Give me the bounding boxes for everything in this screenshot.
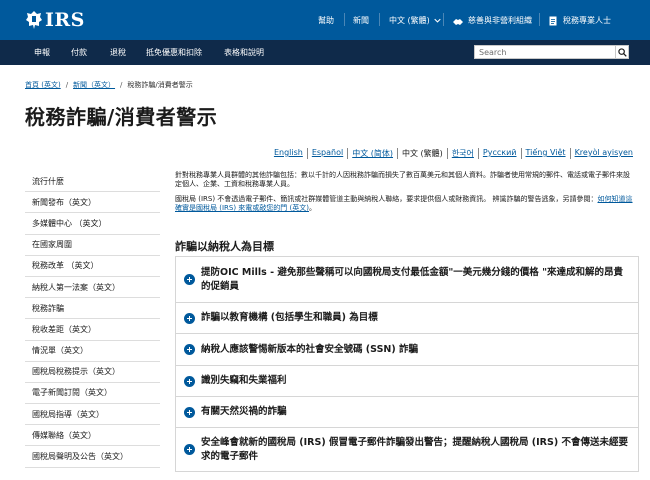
accordion-item[interactable]: 納稅人應該警惕新版本的社會安全號碼 (SSN) 詐騙	[175, 333, 639, 365]
news-link[interactable]: 新聞	[353, 15, 369, 26]
accordion-label: 納稅人應該警惕新版本的社會安全號碼 (SSN) 詐騙	[201, 343, 419, 355]
nav-forms-instructions[interactable]: 表格和說明	[224, 47, 264, 58]
intro-paragraph: 國稅局 (IRS) 不會透過電子郵件、簡訊或社群媒體管道主動與納稅人聯絡，要求提…	[175, 195, 635, 214]
plus-circle-icon	[184, 274, 195, 285]
lang-vietnamese[interactable]: Tiếng Việt	[520, 148, 570, 159]
lang-russian[interactable]: Русский	[477, 148, 521, 159]
breadcrumb-home[interactable]: 首頁 (英文)	[25, 81, 61, 89]
nav-pay[interactable]: 付款	[71, 47, 87, 58]
language-links: English Español 中文 (简体) 中文 (繁體) 한국어 Русс…	[270, 148, 637, 159]
nav-credits-deductions[interactable]: 抵免優惠和扣除	[146, 47, 202, 58]
sidebar-item[interactable]: 傳媒聯絡（英文）	[25, 425, 160, 447]
sidebar-item[interactable]: 流行什麼	[25, 171, 160, 193]
logo-text: IRS	[45, 9, 85, 31]
sidebar-item[interactable]: 稅務詐騙	[25, 298, 160, 320]
sidebar-item[interactable]: 電子新聞訂閱（英文）	[25, 383, 160, 405]
handshake-icon	[453, 18, 463, 25]
irs-logo[interactable]: IRS	[25, 9, 85, 31]
plus-circle-icon	[184, 406, 195, 418]
sidebar-item[interactable]: 在國家周圍	[25, 235, 160, 256]
plus-circle-icon	[184, 344, 195, 355]
search-icon	[618, 48, 627, 57]
section-heading: 詐騙以納稅人為目標	[175, 240, 274, 253]
sidebar-item[interactable]: 納稅人第一法案（英文）	[25, 277, 160, 299]
document-icon	[549, 16, 557, 25]
intro-paragraph: 針對稅務專業人員群體的其他詐騙包括：數以千計的人因稅務詐騙而損失了數百萬美元和其…	[175, 171, 630, 189]
plus-circle-icon	[184, 444, 195, 455]
nav-refunds[interactable]: 退稅	[110, 47, 126, 58]
sidebar-item[interactable]: 國稅局聲明及公告（英文）	[25, 446, 160, 468]
help-link[interactable]: 幫助	[318, 15, 334, 26]
search-box	[474, 45, 616, 59]
breadcrumb-current: 稅務詐騙/消費者警示	[127, 81, 193, 89]
intro-text-span: 國稅局 (IRS) 不會透過電子郵件、簡訊或社群媒體管道主動與納稅人聯絡，要求提…	[175, 194, 598, 203]
sidebar-item[interactable]: 新聞發布（英文）	[25, 192, 160, 214]
eagle-logo-icon	[26, 11, 42, 29]
sidebar-item[interactable]: 情況單（英文）	[25, 341, 160, 362]
search-button[interactable]	[616, 45, 629, 59]
tax-pros-link[interactable]: 稅務專業人士	[548, 15, 611, 26]
divider	[539, 13, 540, 26]
page-title: 稅務詐騙/消費者警示	[25, 105, 218, 129]
breadcrumb-separator: /	[65, 81, 69, 89]
sidebar-item[interactable]: 多媒體中心 （英文）	[25, 213, 160, 235]
search-input[interactable]	[479, 47, 594, 58]
plus-circle-icon	[184, 312, 195, 324]
language-label: 中文 (繁體)	[389, 16, 430, 25]
divider	[443, 13, 444, 26]
lang-chinese-traditional: 中文 (繁體)	[397, 148, 447, 159]
divider	[344, 13, 345, 26]
accordion-item[interactable]: 詐騙以教育機構 (包括學生和職員) 為目標	[175, 302, 639, 333]
nav-file[interactable]: 申報	[34, 47, 50, 58]
sidebar-item[interactable]: 稅務改革 （英文）	[25, 256, 160, 277]
accordion-item[interactable]: 識別失竊和失業福利	[175, 365, 639, 396]
sidebar-nav: 流行什麼 新聞發布（英文） 多媒體中心 （英文） 在國家周圍 稅務改革 （英文）…	[25, 171, 160, 468]
sidebar-item[interactable]: 稅收差距（英文）	[25, 319, 160, 341]
lang-chinese-simplified[interactable]: 中文 (简体)	[347, 148, 397, 159]
tax-pros-label: 稅務專業人士	[563, 16, 611, 25]
accordion-item[interactable]: 提防OIC Mills - 避免那些聲稱可以向國稅局支付最低金額"一美元幾分錢的…	[175, 256, 639, 302]
divider	[379, 13, 380, 26]
breadcrumb: 首頁 (英文) / 新聞（英文） / 稅務詐騙/消費者警示	[25, 80, 193, 90]
charities-link[interactable]: 慈善與非營利組織	[453, 15, 532, 26]
chevron-down-icon	[434, 18, 441, 23]
intro-text: 針對稅務專業人員群體的其他詐騙包括：數以千計的人因稅務詐騙而損失了數百萬美元和其…	[175, 171, 635, 218]
language-selector[interactable]: 中文 (繁體)	[389, 15, 441, 26]
breadcrumb-news[interactable]: 新聞（英文）	[73, 81, 115, 89]
accordion-item[interactable]: 有關天然災禍的詐騙	[175, 396, 639, 427]
plus-circle-icon	[184, 375, 195, 387]
charities-label: 慈善與非營利組織	[468, 16, 532, 25]
accordion-label: 安全峰會就新的國稅局 (IRS) 假冒電子郵件詐騙發出警告；提醒納稅人國稅局 (…	[201, 437, 628, 462]
accordion-item[interactable]: 安全峰會就新的國稅局 (IRS) 假冒電子郵件詐騙發出警告；提醒納稅人國稅局 (…	[175, 427, 639, 472]
accordion-label: 識別失竊和失業福利	[201, 375, 287, 387]
breadcrumb-separator: /	[120, 81, 123, 89]
accordion-label: 提防OIC Mills - 避免那些聲稱可以向國稅局支付最低金額"一美元幾分錢的…	[201, 267, 624, 292]
lang-english[interactable]: English	[270, 148, 307, 159]
lang-korean[interactable]: 한국어	[446, 148, 478, 159]
lang-spanish[interactable]: Español	[306, 148, 347, 159]
lang-haitian-creole[interactable]: Kreyòl ayisyen	[569, 148, 637, 159]
sidebar-item[interactable]: 國稅局稅務提示（英文）	[25, 362, 160, 383]
help-link-label: 幫助	[318, 16, 334, 25]
news-link-label: 新聞	[353, 16, 369, 25]
scam-accordion: 提防OIC Mills - 避免那些聲稱可以向國稅局支付最低金額"一美元幾分錢的…	[175, 256, 639, 472]
accordion-label: 有關天然災禍的詐騙	[201, 406, 287, 418]
intro-text-span: 。	[308, 203, 316, 212]
accordion-label: 詐騙以教育機構 (包括學生和職員) 為目標	[201, 312, 378, 324]
sidebar-item[interactable]: 國稅局指導（英文）	[25, 404, 160, 426]
